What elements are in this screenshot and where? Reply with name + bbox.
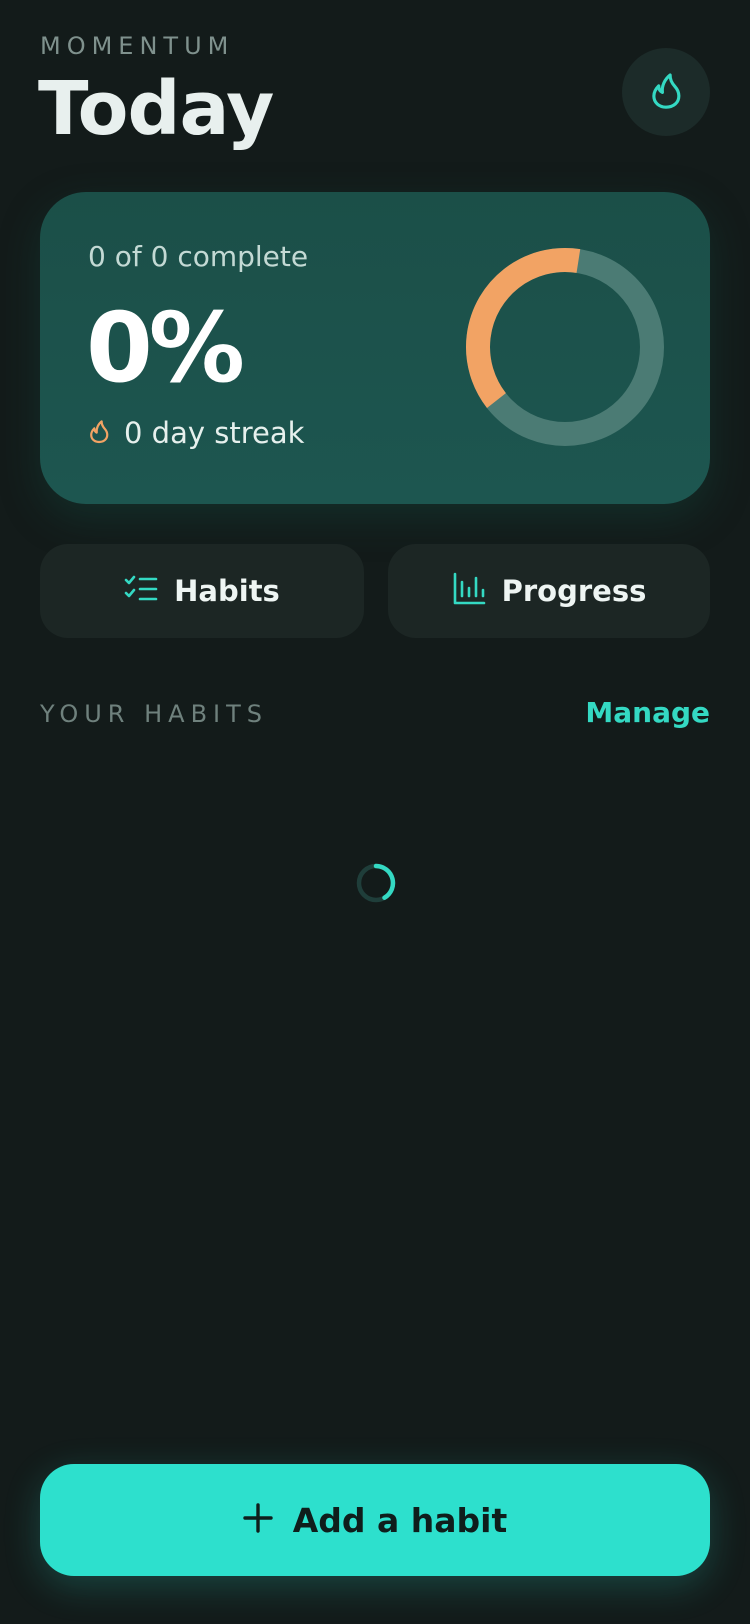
manage-link[interactable]: Manage [585,696,710,729]
bar-chart-icon [452,572,486,610]
tab-progress[interactable]: Progress [388,544,710,638]
tab-progress-label: Progress [501,574,647,608]
add-habit-button[interactable]: Add a habit [40,1464,710,1576]
tab-habits[interactable]: Habits [40,544,364,638]
today-screen: MOMENTUM Today 0 of 0 complete 0% 0 day … [0,0,750,1624]
daily-summary-card: 0 of 0 complete 0% 0 day streak [40,192,710,504]
completion-percent: 0% [86,292,245,404]
progress-ring-fill [466,248,664,446]
tab-habits-label: Habits [174,574,280,608]
progress-ring [466,248,664,446]
plus-icon [243,1503,273,1537]
section-heading: YOUR HABITS [40,700,269,728]
streak-button[interactable] [622,48,710,136]
streak-label: 0 day streak [124,416,305,450]
add-habit-label: Add a habit [292,1500,508,1540]
flame-icon [88,418,110,448]
completion-count: 0 of 0 complete [88,240,309,273]
loading-spinner [356,863,396,903]
streak-row: 0 day streak [88,416,304,450]
app-brand: MOMENTUM [40,32,235,60]
flame-icon [648,70,684,114]
checklist-icon [124,574,158,608]
page-title: Today [38,66,274,152]
